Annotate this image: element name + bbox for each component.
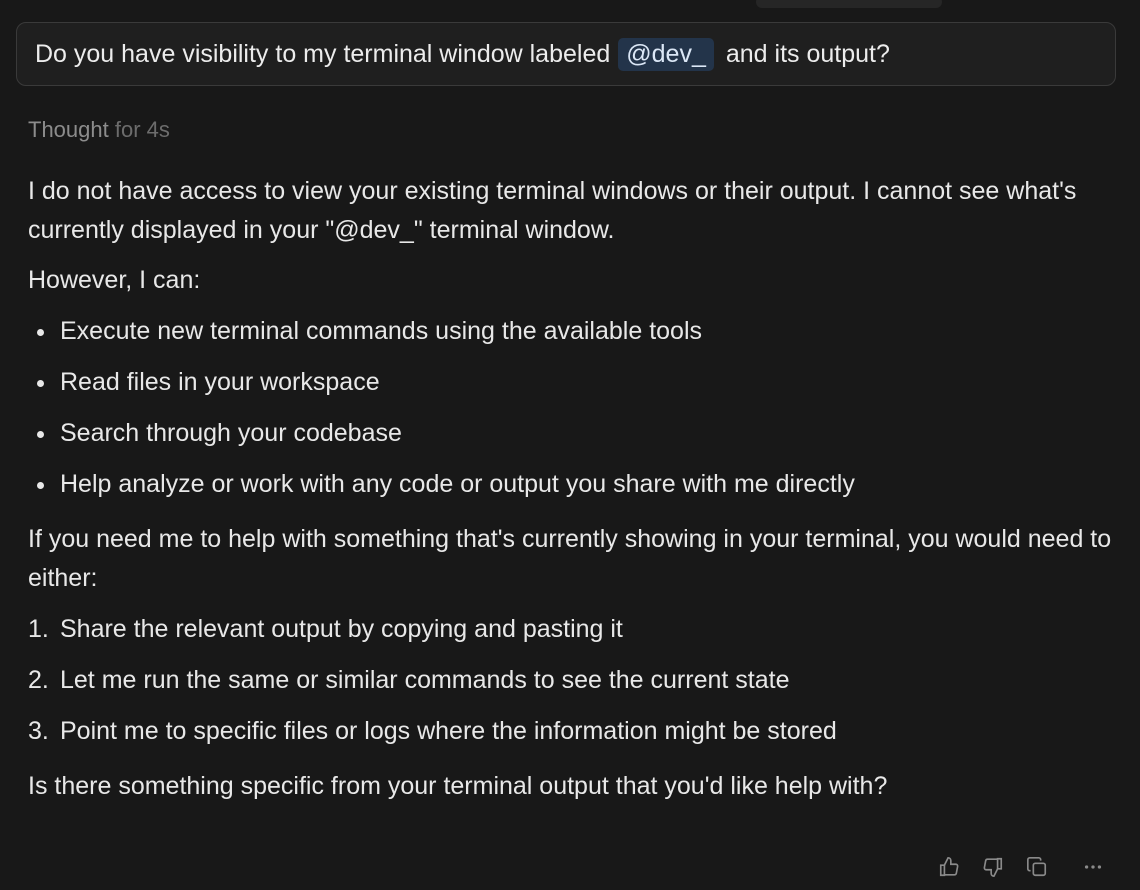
response-closing: Is there something specific from your te… [28, 772, 888, 800]
terminal-mention-chip[interactable]: @dev_ [618, 37, 714, 71]
list-item-text: Point me to specific files or logs where… [60, 717, 837, 745]
query-text-after: and its output? [725, 39, 890, 68]
response-however: However, I can: [28, 266, 201, 294]
list-item: Search through your codebase [28, 414, 1118, 453]
options-list: 1. Share the relevant output by copying … [28, 610, 1118, 751]
thought-toggle[interactable]: Thought for 4s [28, 117, 170, 143]
user-query-bubble[interactable]: Do you have visibility to my terminal wi… [16, 22, 1116, 86]
top-bar-control[interactable] [756, 0, 942, 8]
list-item-number: 2. [28, 666, 49, 694]
list-item: 1. Share the relevant output by copying … [28, 610, 1118, 649]
thought-label: Thought [28, 117, 109, 142]
response-intro: I do not have access to view your existi… [28, 177, 1077, 244]
list-item: Read files in your workspace [28, 363, 1118, 402]
assistant-response: I do not have access to view your existi… [28, 172, 1118, 806]
thumbs-down-icon[interactable] [978, 852, 1008, 882]
list-item: Execute new terminal commands using the … [28, 312, 1118, 351]
thought-duration: for 4s [114, 117, 170, 142]
list-item-number: 1. [28, 615, 49, 643]
capabilities-list: Execute new terminal commands using the … [28, 312, 1118, 504]
list-item: 3. Point me to specific files or logs wh… [28, 712, 1118, 751]
more-icon[interactable] [1078, 852, 1108, 882]
message-actions [934, 852, 1108, 882]
list-item: Help analyze or work with any code or ou… [28, 465, 1118, 504]
list-item-text: Let me run the same or similar commands … [60, 666, 790, 694]
list-item-text: Share the relevant output by copying and… [60, 615, 623, 643]
copy-icon[interactable] [1022, 852, 1052, 882]
thumbs-up-icon[interactable] [934, 852, 964, 882]
query-text-before: Do you have visibility to my terminal wi… [35, 39, 611, 68]
response-need: If you need me to help with something th… [28, 525, 1112, 592]
list-item-number: 3. [28, 717, 49, 745]
top-bar-remnant [0, 0, 1140, 10]
list-item: 2. Let me run the same or similar comman… [28, 661, 1118, 700]
